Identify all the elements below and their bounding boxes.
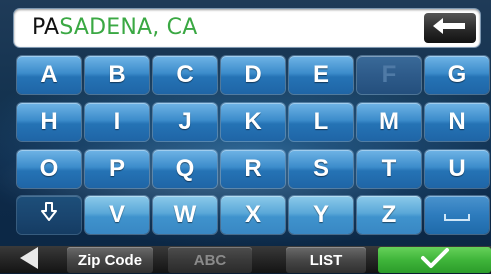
key-h[interactable]: H [17,103,81,141]
key-j[interactable]: J [153,103,217,141]
key-m[interactable]: M [357,103,421,141]
shift-down-arrow-icon [41,201,57,229]
key-n[interactable]: N [425,103,489,141]
key-a[interactable]: A [17,56,81,94]
address-text: PASADENA, CA [32,16,197,40]
zip-code-button[interactable]: Zip Code [67,247,153,273]
confirm-button[interactable] [378,247,491,273]
space-key[interactable] [425,196,489,234]
key-w[interactable]: W [153,196,217,234]
shift-key[interactable] [17,196,81,234]
address-input[interactable]: PASADENA, CA [14,9,480,47]
back-button[interactable] [0,246,58,273]
key-d[interactable]: D [221,56,285,94]
list-button[interactable]: LIST [286,247,366,273]
key-e[interactable]: E [289,56,353,94]
key-q[interactable]: Q [153,150,217,188]
space-bar-icon [444,201,470,229]
key-g[interactable]: G [425,56,489,94]
key-v[interactable]: V [85,196,149,234]
typed-text: PA [32,15,60,40]
backspace-arrow-icon [433,18,467,38]
key-f: F [357,56,421,94]
key-i[interactable]: I [85,103,149,141]
key-x[interactable]: X [221,196,285,234]
backspace-button[interactable] [424,13,476,43]
abc-button: ABC [168,247,252,273]
key-z[interactable]: Z [357,196,421,234]
key-k[interactable]: K [221,103,285,141]
suggestion-text: SADENA, CA [59,15,198,40]
key-o[interactable]: O [17,150,81,188]
key-u[interactable]: U [425,150,489,188]
key-s[interactable]: S [289,150,353,188]
back-arrow-icon [18,246,40,274]
key-r[interactable]: R [221,150,285,188]
key-t[interactable]: T [357,150,421,188]
key-b[interactable]: B [85,56,149,94]
key-p[interactable]: P [85,150,149,188]
checkmark-icon [420,247,450,273]
key-y[interactable]: Y [289,196,353,234]
key-l[interactable]: L [289,103,353,141]
key-c[interactable]: C [153,56,217,94]
